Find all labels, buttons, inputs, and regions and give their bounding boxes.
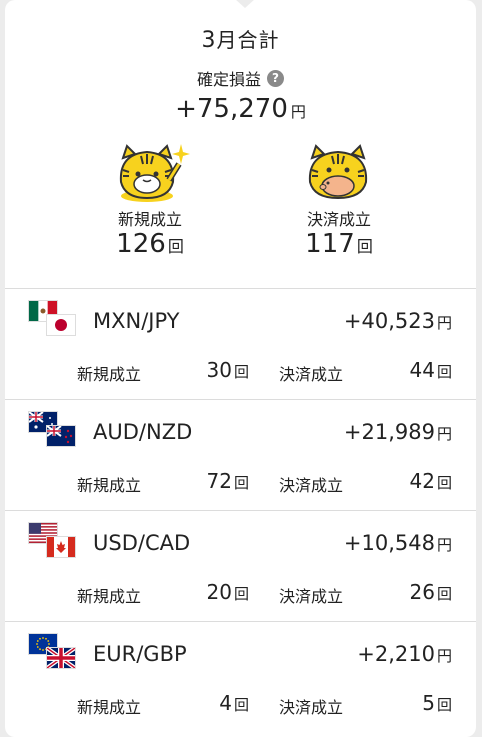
yen-unit: 円 (290, 103, 306, 121)
settled-orders-label: 決済成立 (279, 365, 344, 384)
pair-name: USD/CAD (93, 531, 191, 555)
pair-flags (29, 523, 81, 559)
new-orders-count: 72 回 (207, 469, 249, 493)
yen-unit: 円 (436, 425, 452, 443)
settled-orders-label: 決済成立 (306, 210, 371, 229)
settled-orders-count: 26 回 (410, 580, 452, 604)
pair-pl: +40,523 円 (344, 309, 452, 333)
pair-name: EUR/GBP (93, 642, 187, 666)
pair-pl-value: +21,989 (343, 420, 435, 444)
count-unit: 回 (233, 363, 249, 381)
month-title: 3月合計 (5, 24, 476, 53)
total-pl-value: +75,270 (175, 94, 288, 124)
count-unit: 回 (233, 474, 249, 492)
pair-pl: +10,548 円 (344, 531, 452, 555)
pair-pl-value: +2,210 (357, 642, 435, 666)
count-unit: 回 (233, 696, 249, 714)
tiger-cheer-icon (119, 144, 190, 202)
new-orders-label: 新規成立 (77, 698, 142, 717)
pair-flags (29, 412, 81, 448)
monthly-summary-card: 3月合計 確定損益 ? +75,270 円 新規成立 126 回 決済成立 11… (5, 0, 476, 737)
new-orders-value: 4 (219, 691, 232, 715)
settled-orders-label: 決済成立 (279, 587, 344, 606)
pair-pl-value: +40,523 (343, 309, 435, 333)
uk-flag-icon (47, 648, 75, 668)
pair-flags (29, 634, 81, 670)
new-orders-count: 20 回 (207, 580, 249, 604)
new-orders-count: 30 回 (207, 358, 249, 382)
settled-orders-value: 5 (422, 691, 435, 715)
realized-pl-label-row: 確定損益 ? (5, 66, 476, 90)
pair-pl: +21,989 円 (344, 420, 452, 444)
new-zealand-flag-icon (47, 426, 75, 446)
count-unit: 回 (436, 585, 452, 603)
settled-orders-label: 決済成立 (279, 698, 344, 717)
new-orders-label: 新規成立 (117, 210, 182, 229)
settled-orders-count: 44 回 (410, 358, 452, 382)
count-unit: 回 (436, 474, 452, 492)
month-suffix: 月合計 (216, 28, 280, 52)
tiger-piggybank-icon (308, 144, 368, 200)
currency-pair-row-eur-gbp[interactable]: EUR/GBP +2,210 円 新規成立 4回 決済成立 5回 (5, 622, 476, 732)
yen-unit: 円 (436, 536, 452, 554)
japan-flag-icon (47, 315, 75, 335)
new-orders-stat: 新規成立 126 回 (80, 140, 220, 261)
month-number: 3 (201, 28, 217, 53)
pair-flags (29, 301, 81, 337)
settled-orders-stat: 決済成立 117 回 (269, 140, 409, 261)
new-orders-value: 30 (206, 358, 232, 382)
realized-pl-label: 確定損益 (196, 70, 261, 89)
help-icon[interactable]: ? (267, 69, 284, 87)
settled-orders-value: 44 (409, 358, 435, 382)
currency-pair-row-usd-cad[interactable]: USD/CAD +10,548 円 新規成立 20 回 決済成立 26 回 (5, 511, 476, 622)
new-orders-label: 新規成立 (77, 365, 142, 384)
canada-flag-icon (47, 537, 75, 557)
count-unit: 回 (356, 237, 373, 256)
pair-name: MXN/JPY (93, 309, 180, 333)
settled-orders-count: 42 回 (410, 469, 452, 493)
total-pl: +75,270 円 (5, 94, 476, 124)
new-orders-label: 新規成立 (77, 587, 142, 606)
settled-orders-value: 42 (409, 469, 435, 493)
new-orders-count: 4回 (219, 691, 249, 715)
summary-section: 3月合計 確定損益 ? +75,270 円 新規成立 126 回 決済成立 11… (5, 0, 476, 289)
settled-orders-value: 26 (409, 580, 435, 604)
new-orders-value: 72 (206, 469, 232, 493)
new-orders-label: 新規成立 (77, 476, 142, 495)
yen-unit: 円 (436, 647, 452, 665)
new-orders-value: 20 (206, 580, 232, 604)
yen-unit: 円 (436, 314, 452, 332)
settled-orders-count: 5回 (422, 691, 452, 715)
settled-orders-value: 117 (305, 229, 355, 259)
pair-pl: +2,210 円 (357, 642, 452, 666)
pair-name: AUD/NZD (93, 420, 193, 444)
count-unit: 回 (436, 696, 452, 714)
count-unit: 回 (436, 363, 452, 381)
currency-pair-row-mxn-jpy[interactable]: MXN/JPY +40,523 円 新規成立 30 回 決済成立 44 回 (5, 289, 476, 400)
new-orders-count: 126 回 (80, 230, 220, 261)
currency-pair-row-aud-nzd[interactable]: AUD/NZD +21,989 円 新規成立 72 回 決済成立 42 回 (5, 400, 476, 511)
settled-orders-label: 決済成立 (279, 476, 344, 495)
count-unit: 回 (167, 237, 184, 256)
settled-orders-count: 117 回 (269, 230, 409, 261)
new-orders-value: 126 (116, 229, 166, 259)
count-unit: 回 (233, 585, 249, 603)
pair-pl-value: +10,548 (343, 531, 435, 555)
